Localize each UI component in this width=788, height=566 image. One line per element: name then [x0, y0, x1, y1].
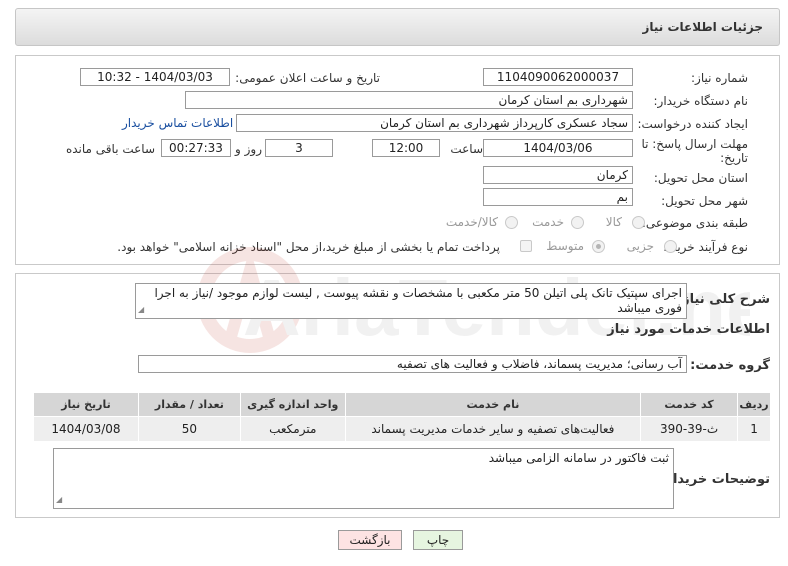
table-header-row: ردیف کد خدمت نام خدمت واحد اندازه گیری ت…: [33, 392, 771, 417]
col-qty: تعداد / مقدار: [137, 392, 241, 417]
cell-row: 1: [737, 416, 771, 442]
description-text: اجرای سپتیک تانک پلی اتیلن 50 متر مکعبی …: [154, 286, 682, 315]
remaining-label: ساعت باقی مانده: [65, 142, 155, 156]
process-minor-label: جزیی: [626, 239, 654, 253]
city-label: شهر محل تحویل:: [661, 194, 748, 208]
col-date: تاریخ نیاز: [33, 392, 139, 417]
table-row: 1 ث-39-390 فعالیت‌های تصفیه و سایر خدمات…: [33, 416, 771, 442]
deadline-date-field: 1404/03/06: [483, 139, 633, 157]
description-label: شرح کلی نیاز:: [676, 292, 770, 307]
need-number-label: شماره نیاز:: [691, 71, 748, 85]
cell-qty: 50: [137, 416, 241, 442]
province-field: کرمان: [483, 166, 633, 184]
info-panel: [15, 55, 780, 265]
category-label: طبقه بندی موضوعی:: [641, 216, 748, 230]
treasury-payment-checkbox[interactable]: [520, 240, 532, 252]
cell-date: 1404/03/08: [33, 416, 139, 442]
requester-label: ایجاد کننده درخواست:: [637, 117, 748, 131]
process-medium-label: متوسط: [546, 239, 584, 253]
time-label: ساعت: [450, 142, 483, 156]
category-goods-label: کالا: [605, 215, 622, 229]
announce-field: 1404/03/03 - 10:32: [80, 68, 230, 86]
announce-label: تاریخ و ساعت اعلان عمومی:: [235, 71, 380, 85]
service-group-label: گروه خدمت:: [690, 358, 770, 373]
category-goods-radio[interactable]: [632, 216, 645, 229]
page-title: جزئیات اطلاعات نیاز: [642, 20, 763, 34]
resize-grip-icon[interactable]: ◢: [56, 492, 62, 507]
category-service-label: خدمت: [532, 215, 564, 229]
services-table: ردیف کد خدمت نام خدمت واحد اندازه گیری ت…: [33, 392, 771, 442]
deadline-time-field: 12:00: [372, 139, 440, 157]
description-textarea[interactable]: اجرای سپتیک تانک پلی اتیلن 50 متر مکعبی …: [135, 283, 687, 319]
category-service-radio[interactable]: [571, 216, 584, 229]
buyer-notes-text: ثبت فاکتور در سامانه الزامی میباشد: [488, 451, 669, 465]
buyer-notes-textarea[interactable]: ثبت فاکتور در سامانه الزامی میباشد ◢: [53, 448, 674, 509]
col-code: کد خدمت: [640, 392, 739, 417]
buyer-org-field: شهرداری بم استان کرمان: [185, 91, 633, 109]
deadline-label-date: تاریخ:: [720, 151, 748, 165]
category-goods-service-label: کالا/خدمت: [445, 215, 498, 229]
back-button[interactable]: بازگشت: [338, 530, 402, 550]
remaining-time-field: 00:27:33: [161, 139, 231, 157]
process-minor-radio[interactable]: [664, 240, 677, 253]
service-group-field: آب رسانی؛ مدیریت پسماند، فاضلاب و فعالیت…: [138, 355, 687, 373]
cell-name: فعالیت‌های تصفیه و سایر خدمات مدیریت پسم…: [344, 416, 642, 442]
buyer-notes-label: توضیحات خریدار:: [660, 472, 770, 487]
province-label: استان محل تحویل:: [653, 171, 748, 185]
deadline-label: مهلت ارسال پاسخ: تا: [641, 137, 748, 151]
col-unit: واحد اندازه گیری: [239, 392, 346, 417]
days-label: روز و: [235, 142, 262, 156]
print-button[interactable]: چاپ: [413, 530, 463, 550]
col-row: ردیف: [737, 392, 771, 417]
page-header: جزئیات اطلاعات نیاز: [15, 8, 780, 46]
services-section-title: اطلاعات خدمات مورد نیاز: [607, 322, 770, 337]
contact-buyer-link[interactable]: اطلاعات تماس خریدار: [122, 116, 233, 130]
need-number-field: 1104090062000037: [483, 68, 633, 86]
cell-code: ث-39-390: [640, 416, 739, 442]
days-field: 3: [265, 139, 333, 157]
category-goods-service-radio[interactable]: [505, 216, 518, 229]
resize-grip-icon[interactable]: ◢: [138, 302, 144, 317]
buyer-org-label: نام دستگاه خریدار:: [653, 94, 749, 108]
col-name: نام خدمت: [344, 392, 642, 417]
process-medium-radio[interactable]: [592, 240, 605, 253]
city-field: بم: [483, 188, 633, 206]
cell-unit: مترمکعب: [239, 416, 346, 442]
treasury-payment-note: پرداخت تمام یا بخشی از مبلغ خرید،از محل …: [117, 240, 500, 254]
requester-field: سجاد عسکری کارپرداز شهرداری بم استان کرم…: [236, 114, 633, 132]
